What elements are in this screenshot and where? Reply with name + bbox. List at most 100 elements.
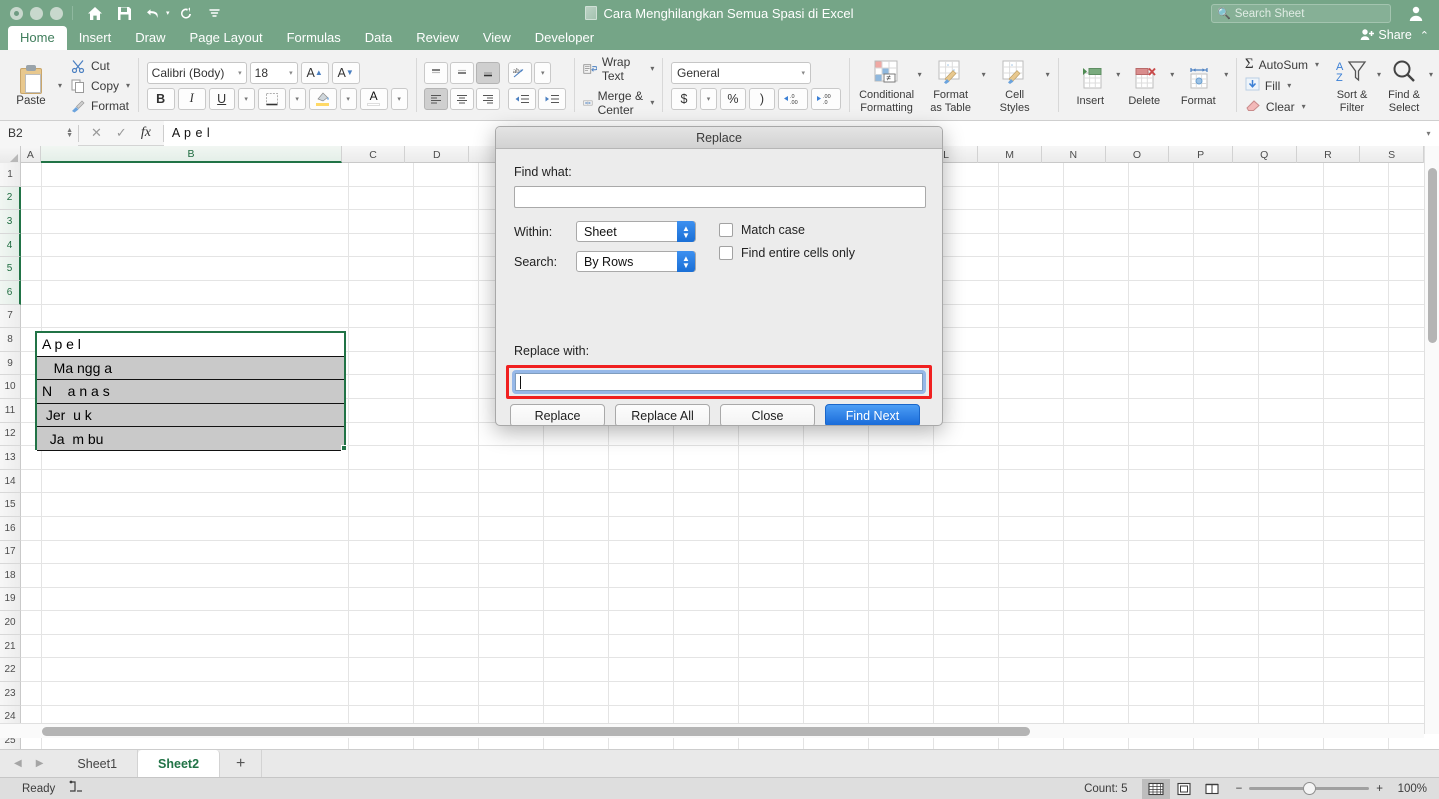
cell-C18[interactable]	[349, 564, 414, 588]
cell-O16[interactable]	[1129, 516, 1194, 541]
cell-O22[interactable]	[1129, 658, 1194, 683]
tab-developer[interactable]: Developer	[523, 26, 606, 50]
row-header-21[interactable]: 21	[0, 634, 21, 659]
zoom-out-button[interactable]: −	[1236, 783, 1243, 795]
cell-Q6[interactable]	[1259, 280, 1324, 305]
cell-A14[interactable]	[21, 469, 42, 494]
cell-O19[interactable]	[1129, 587, 1194, 612]
align-bottom-button[interactable]	[476, 61, 501, 84]
cell-H20[interactable]	[674, 611, 739, 635]
name-box[interactable]: B2 ▲ ▼	[0, 120, 78, 146]
cell-I22[interactable]	[739, 658, 804, 683]
cell-J12[interactable]	[804, 422, 869, 447]
cell-E12[interactable]	[479, 422, 544, 447]
cell-N22[interactable]	[1064, 658, 1129, 683]
cell-L2[interactable]	[934, 186, 999, 211]
cell-N7[interactable]	[1064, 304, 1129, 329]
cell-P15[interactable]	[1194, 493, 1259, 517]
close-window-button[interactable]	[10, 6, 23, 20]
align-top-button[interactable]	[424, 61, 449, 84]
cell-K18[interactable]	[869, 564, 934, 588]
cell-Q19[interactable]	[1259, 587, 1324, 612]
cell-H19[interactable]	[674, 587, 739, 612]
cell-J20[interactable]	[804, 611, 869, 635]
tab-formulas[interactable]: Formulas	[275, 26, 353, 50]
row-header-20[interactable]: 20	[0, 611, 21, 635]
cell-J18[interactable]	[804, 564, 869, 588]
cell-P12[interactable]	[1194, 422, 1259, 447]
cell-E14[interactable]	[479, 469, 544, 494]
cell-N18[interactable]	[1064, 564, 1129, 588]
cell-L15[interactable]	[934, 493, 999, 517]
cell-C1[interactable]	[349, 163, 414, 187]
match-case-checkbox[interactable]	[719, 223, 733, 237]
cell-N8[interactable]	[1064, 328, 1129, 352]
cell-P7[interactable]	[1194, 304, 1259, 329]
cell-B1[interactable]	[42, 163, 349, 187]
cell-D21[interactable]	[414, 634, 479, 659]
chevron-left-icon[interactable]: ◀	[14, 758, 22, 769]
cell-C9[interactable]	[349, 351, 414, 376]
cell-L18[interactable]	[934, 564, 999, 588]
cell-K17[interactable]	[869, 540, 934, 565]
cell-K13[interactable]	[869, 446, 934, 470]
cell-O20[interactable]	[1129, 611, 1194, 635]
cell-M10[interactable]	[999, 375, 1064, 399]
cell-E15[interactable]	[479, 493, 544, 517]
cell-P11[interactable]	[1194, 398, 1259, 423]
cell-G12[interactable]	[609, 422, 674, 447]
cell-R19[interactable]	[1324, 587, 1389, 612]
cell-Q20[interactable]	[1259, 611, 1324, 635]
cell-K20[interactable]	[869, 611, 934, 635]
cell-D8[interactable]	[414, 328, 479, 352]
cell-N4[interactable]	[1064, 233, 1129, 258]
cell-M6[interactable]	[999, 280, 1064, 305]
row-header-12[interactable]: 12	[0, 422, 21, 447]
cell-Q22[interactable]	[1259, 658, 1324, 683]
cell-K15[interactable]	[869, 493, 934, 517]
cancel-edit-icon[interactable]: ✕	[91, 125, 102, 141]
cell-Q1[interactable]	[1259, 163, 1324, 187]
decrease-decimal-button[interactable]: .00.0	[810, 87, 841, 110]
cell-Q8[interactable]	[1259, 328, 1324, 352]
cell-I12[interactable]	[739, 422, 804, 447]
cell-B14[interactable]	[42, 469, 349, 494]
cell-D23[interactable]	[414, 682, 479, 706]
cell-Q16[interactable]	[1259, 516, 1324, 541]
cell-P16[interactable]	[1194, 516, 1259, 541]
cell-D17[interactable]	[414, 540, 479, 565]
cell-R14[interactable]	[1324, 469, 1389, 494]
cell-B5[interactable]: Jer u k	[37, 403, 344, 428]
clear-button[interactable]: Clear ▾	[1245, 97, 1319, 116]
cell-B5[interactable]	[42, 257, 349, 281]
cell-D9[interactable]	[414, 351, 479, 376]
cell-C6[interactable]	[349, 280, 414, 305]
cell-N2[interactable]	[1064, 186, 1129, 211]
delete-cells-button[interactable]: Delete	[1120, 63, 1168, 108]
cell-B2[interactable]: A p e l	[37, 333, 344, 357]
currency-dropdown-caret[interactable]: ▾	[699, 87, 717, 110]
autosum-dropdown-caret[interactable]: ▾	[1315, 60, 1319, 69]
cell-I15[interactable]	[739, 493, 804, 517]
format-as-table-button[interactable]: Format as Table	[922, 57, 980, 114]
cell-G16[interactable]	[609, 516, 674, 541]
row-header-23[interactable]: 23	[0, 682, 21, 706]
cell-R23[interactable]	[1324, 682, 1389, 706]
cell-K22[interactable]	[869, 658, 934, 683]
merge-center-button[interactable]: Merge & Center ▾	[583, 89, 654, 117]
cell-A18[interactable]	[21, 564, 42, 588]
underline-button[interactable]: U	[208, 87, 235, 110]
selected-range[interactable]: A p e l Ma ngg a N a n a s Jer u k Ja m …	[35, 331, 347, 451]
row-header-1[interactable]: 1	[0, 163, 21, 187]
cell-O9[interactable]	[1129, 351, 1194, 376]
window-controls[interactable]	[10, 6, 63, 20]
cell-N14[interactable]	[1064, 469, 1129, 494]
row-header-17[interactable]: 17	[0, 540, 21, 565]
cell-E21[interactable]	[479, 634, 544, 659]
conditional-formatting-button[interactable]: ≠ Conditional Formatting	[858, 57, 916, 114]
cell-R22[interactable]	[1324, 658, 1389, 683]
format-cells-button[interactable]: Format	[1174, 63, 1222, 108]
cell-N20[interactable]	[1064, 611, 1129, 635]
sheet-tab-sheet1[interactable]: Sheet1	[57, 750, 139, 777]
cell-L8[interactable]	[934, 328, 999, 352]
